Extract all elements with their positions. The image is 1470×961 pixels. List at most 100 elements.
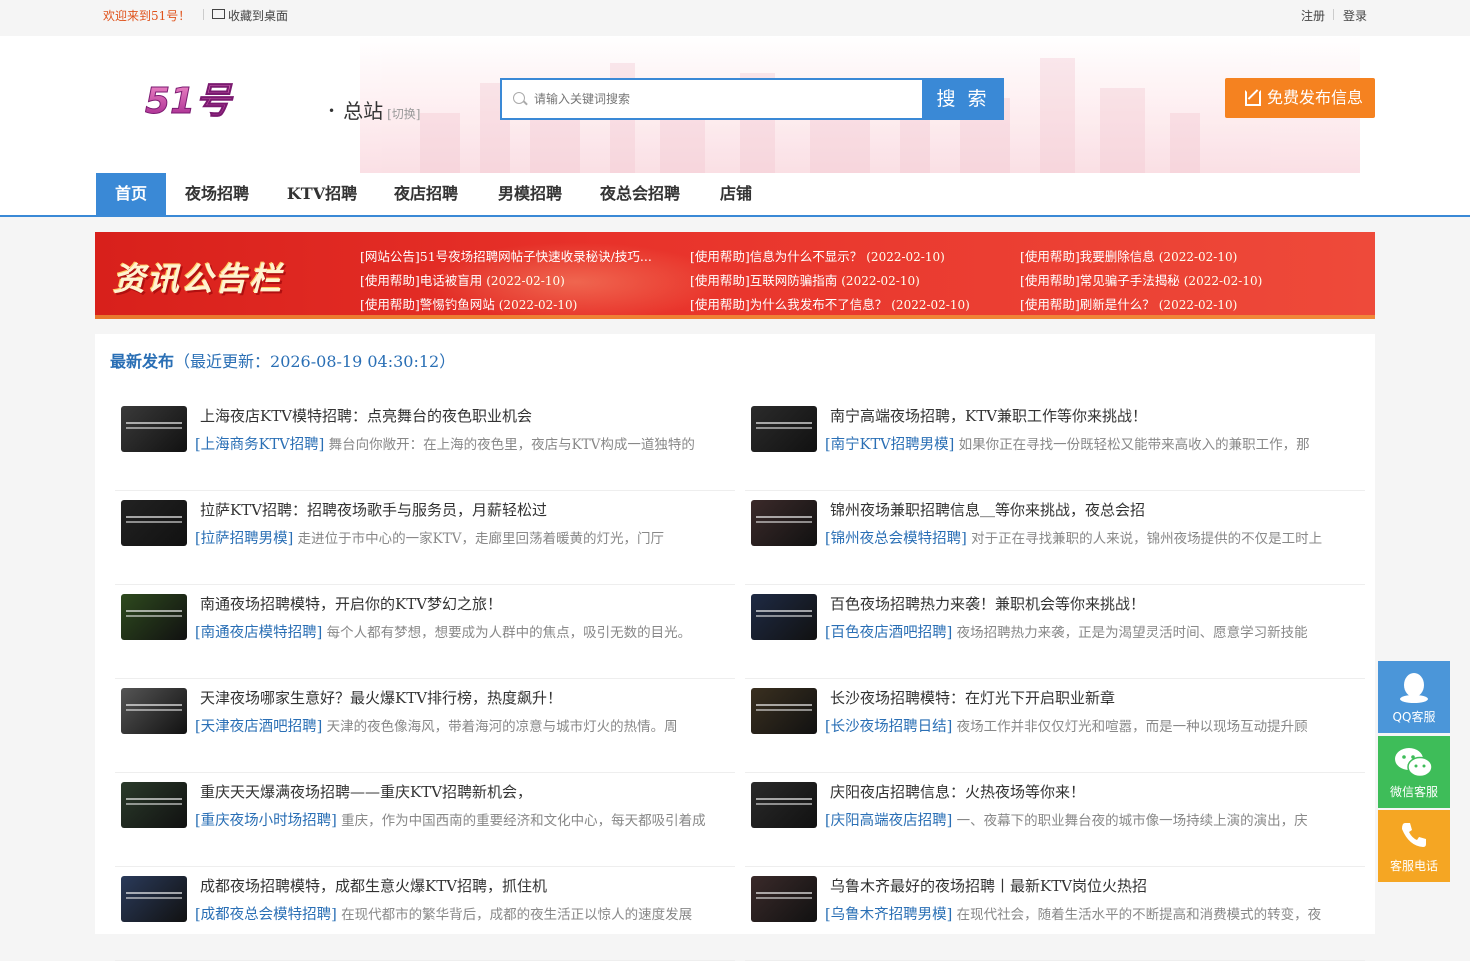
post-description: [重庆夜场小时场招聘] 重庆，作为中国西南的重要经济和文化中心，每天都吸引着成 — [195, 809, 730, 830]
post-info-button[interactable]: 免费发布信息 — [1225, 78, 1375, 118]
post-thumbnail[interactable] — [751, 782, 817, 828]
post-excerpt: 在现代社会，随着生活水平的不断提高和消费模式的转变，夜 — [952, 907, 1322, 923]
login-link[interactable]: 登录 — [1343, 7, 1367, 24]
post-description: [南宁KTV招聘男模] 如果你正在寻找一份既轻松又能带来高收入的兼职工作，那 — [825, 433, 1360, 454]
post-excerpt: 在现代都市的繁华背后，成都的夜生活正以惊人的速度发展 — [336, 907, 693, 923]
post-description: [南通夜店模特招聘] 每个人都有梦想，想要成为人群中的焦点，吸引无数的目光。 — [195, 621, 730, 642]
notice-item[interactable]: [使用帮助]常见骗子手法揭秘 (2022-02-10) — [1020, 270, 1350, 289]
post-card[interactable]: 百色夜场招聘热力来袭！兼职机会等你来挑战！ [百色夜店酒吧招聘] 夜场招聘热力来袭… — [745, 584, 1365, 679]
post-thumbnail[interactable] — [751, 688, 817, 734]
notice-item[interactable]: [使用帮助]互联网防骗指南 (2022-02-10) — [690, 270, 1010, 289]
post-thumbnail[interactable] — [751, 876, 817, 922]
post-description: [百色夜店酒吧招聘] 夜场招聘热力来袭，正是为渴望灵活时间、愿意学习新技能 — [825, 621, 1360, 642]
divider — [1333, 9, 1334, 20]
post-category-tag[interactable]: [天津夜店酒吧招聘] — [195, 719, 322, 735]
post-card[interactable]: 成都夜场招聘模特，成都生意火爆KTV招聘，抓住机 [成都夜总会模特招聘] 在现代都… — [115, 866, 735, 961]
post-card[interactable]: 拉萨KTV招聘：招聘夜场歌手与服务员，月薪轻松过 [拉萨招聘男模] 走进位于市中心… — [115, 490, 735, 585]
post-category-tag[interactable]: [上海商务KTV招聘] — [195, 437, 324, 453]
nav-ktv-jobs[interactable]: KTV招聘 — [280, 173, 364, 215]
post-title[interactable]: 重庆天天爆满夜场招聘——重庆KTV招聘新机会， — [200, 781, 532, 802]
post-thumbnail[interactable] — [121, 594, 187, 640]
post-title[interactable]: 南宁高端夜场招聘，KTV兼职工作等你来挑战！ — [830, 405, 1147, 426]
post-card[interactable]: 锦州夜场兼职招聘信息＿等你来挑战，夜总会招 [锦州夜总会模特招聘] 对于正在寻找兼… — [745, 490, 1365, 585]
post-thumbnail[interactable] — [121, 782, 187, 828]
search-box — [500, 78, 924, 120]
nav-home[interactable]: 首页 — [96, 173, 166, 215]
city-selector[interactable]: • 总站 [切换] — [328, 95, 420, 124]
qq-service-button[interactable]: QQ客服 — [1378, 661, 1450, 733]
post-thumbnail[interactable] — [121, 406, 187, 452]
post-category-tag[interactable]: [南宁KTV招聘男模] — [825, 437, 954, 453]
wechat-service-button[interactable]: 微信客服 — [1378, 736, 1450, 808]
city-name: 总站 — [343, 99, 384, 123]
post-thumbnail[interactable] — [751, 406, 817, 452]
post-title[interactable]: 天津夜场哪家生意好？最火爆KTV排行榜，热度飙升！ — [200, 687, 562, 708]
post-category-tag[interactable]: [百色夜店酒吧招聘] — [825, 625, 952, 641]
favorite-link[interactable]: 收藏到桌面 — [212, 7, 288, 24]
notice-item[interactable]: [使用帮助]为什么我发布不了信息？ (2022-02-10) — [690, 294, 1010, 313]
post-title[interactable]: 百色夜场招聘热力来袭！兼职机会等你来挑战！ — [830, 593, 1145, 614]
post-thumbnail[interactable] — [121, 688, 187, 734]
logo-text: 51号 — [145, 81, 234, 119]
notice-item[interactable]: [使用帮助]电话被盲用 (2022-02-10) — [360, 270, 680, 289]
post-card[interactable]: 长沙夜场招聘模特：在灯光下开启职业新章 [长沙夜场招聘日结] 夜场工作并非仅仅灯光… — [745, 678, 1365, 773]
post-info-label: 免费发布信息 — [1266, 88, 1363, 107]
post-category-tag[interactable]: [拉萨招聘男模] — [195, 531, 293, 547]
phone-service-label: 客服电话 — [1389, 859, 1438, 873]
notice-item[interactable]: [使用帮助]警惕钓鱼网站 (2022-02-10) — [360, 294, 680, 313]
divider — [203, 9, 204, 20]
post-card[interactable]: 上海夜店KTV模特招聘：点亮舞台的夜色职业机会 [上海商务KTV招聘] 舞台向你敞… — [115, 396, 735, 491]
post-excerpt: 夜场工作并非仅仅灯光和喧嚣，而是一种以现场互动提升顾 — [952, 719, 1308, 735]
post-category-tag[interactable]: [南通夜店模特招聘] — [195, 625, 322, 641]
post-title[interactable]: 长沙夜场招聘模特：在灯光下开启职业新章 — [830, 687, 1115, 708]
post-card[interactable]: 乌鲁木齐最好的夜场招聘丨最新KTV岗位火热招 [乌鲁木齐招聘男模] 在现代社会，随… — [745, 866, 1365, 961]
post-title[interactable]: 成都夜场招聘模特，成都生意火爆KTV招聘，抓住机 — [200, 875, 547, 896]
post-thumbnail[interactable] — [751, 594, 817, 640]
nav-nightclub-jobs[interactable]: 夜场招聘 — [176, 173, 258, 215]
post-excerpt: 如果你正在寻找一份既轻松又能带来高收入的兼职工作，那 — [954, 437, 1310, 453]
register-link[interactable]: 注册 — [1301, 7, 1325, 24]
post-card[interactable]: 天津夜场哪家生意好？最火爆KTV排行榜，热度飙升！ [天津夜店酒吧招聘] 天津的夜… — [115, 678, 735, 773]
post-title[interactable]: 南通夜场招聘模特，开启你的KTV梦幻之旅！ — [200, 593, 502, 614]
notice-item[interactable]: [网站公告]51号夜场招聘网帖子快速收录秘诀/技巧... — [360, 246, 665, 265]
post-category-tag[interactable]: [乌鲁木齐招聘男模] — [825, 907, 952, 923]
post-card[interactable]: 南宁高端夜场招聘，KTV兼职工作等你来挑战！ [南宁KTV招聘男模] 如果你正在寻… — [745, 396, 1365, 491]
site-logo[interactable]: 51号 — [145, 81, 257, 119]
post-category-tag[interactable]: [重庆夜场小时场招聘] — [195, 813, 337, 829]
search-button[interactable]: 搜 索 — [922, 78, 1004, 120]
post-title[interactable]: 拉萨KTV招聘：招聘夜场歌手与服务员，月薪轻松过 — [200, 499, 547, 520]
post-card[interactable]: 庆阳夜店招聘信息：火热夜场等你来！ [庆阳高端夜店招聘] 一、夜幕下的职业舞台夜的… — [745, 772, 1365, 867]
nav-club-jobs[interactable]: 夜店招聘 — [385, 173, 467, 215]
post-title[interactable]: 庆阳夜店招聘信息：火热夜场等你来！ — [830, 781, 1085, 802]
notice-item[interactable]: [使用帮助]信息为什么不显示？ (2022-02-10) — [690, 246, 1000, 265]
post-card[interactable]: 南通夜场招聘模特，开启你的KTV梦幻之旅！ [南通夜店模特招聘] 每个人都有梦想，… — [115, 584, 735, 679]
post-card[interactable]: 重庆天天爆满夜场招聘——重庆KTV招聘新机会， [重庆夜场小时场招聘] 重庆，作为… — [115, 772, 735, 867]
post-description: [庆阳高端夜店招聘] 一、夜幕下的职业舞台夜的城市像一场持续上演的演出，庆 — [825, 809, 1360, 830]
post-category-tag[interactable]: [成都夜总会模特招聘] — [195, 907, 337, 923]
phone-service-button[interactable]: 客服电话 — [1378, 810, 1450, 882]
post-thumbnail[interactable] — [121, 876, 187, 922]
post-title[interactable]: 锦州夜场兼职招聘信息＿等你来挑战，夜总会招 — [830, 499, 1145, 520]
post-title[interactable]: 上海夜店KTV模特招聘：点亮舞台的夜色职业机会 — [200, 405, 532, 426]
notice-item[interactable]: [使用帮助]刷新是什么？ (2022-02-10) — [1020, 294, 1350, 313]
post-category-tag[interactable]: [长沙夜场招聘日结] — [825, 719, 952, 735]
post-category-tag[interactable]: [锦州夜总会模特招聘] — [825, 531, 967, 547]
post-thumbnail[interactable] — [751, 500, 817, 546]
notice-item[interactable]: [使用帮助]我要删除信息 (2022-02-10) — [1020, 246, 1350, 265]
nav-male-model-jobs[interactable]: 男模招聘 — [489, 173, 571, 215]
post-description: [乌鲁木齐招聘男模] 在现代社会，随着生活水平的不断提高和消费模式的转变，夜 — [825, 903, 1360, 924]
post-description: [上海商务KTV招聘] 舞台向你敞开：在上海的夜色里，夜店与KTV构成一道独特的 — [195, 433, 730, 454]
post-category-tag[interactable]: [庆阳高端夜店招聘] — [825, 813, 952, 829]
post-thumbnail[interactable] — [121, 500, 187, 546]
search-input[interactable] — [534, 80, 914, 118]
search-icon — [513, 92, 525, 104]
phone-icon — [1402, 823, 1426, 847]
post-title[interactable]: 乌鲁木齐最好的夜场招聘丨最新KTV岗位火热招 — [830, 875, 1147, 896]
post-excerpt: 重庆，作为中国西南的重要经济和文化中心，每天都吸引着成 — [336, 813, 706, 829]
nav-nightclub-hall-jobs[interactable]: 夜总会招聘 — [591, 173, 689, 215]
city-switch-link[interactable]: [切换] — [387, 107, 420, 121]
post-excerpt: 天津的夜色像海风，带着海河的凉意与城市灯火的热情。周 — [322, 719, 678, 735]
nav-shops[interactable]: 店铺 — [711, 173, 761, 215]
notice-board: 资讯公告栏 [网站公告]51号夜场招聘网帖子快速收录秘诀/技巧... [使用帮助… — [95, 232, 1375, 319]
post-excerpt: 夜场招聘热力来袭，正是为渴望灵活时间、愿意学习新技能 — [952, 625, 1308, 641]
